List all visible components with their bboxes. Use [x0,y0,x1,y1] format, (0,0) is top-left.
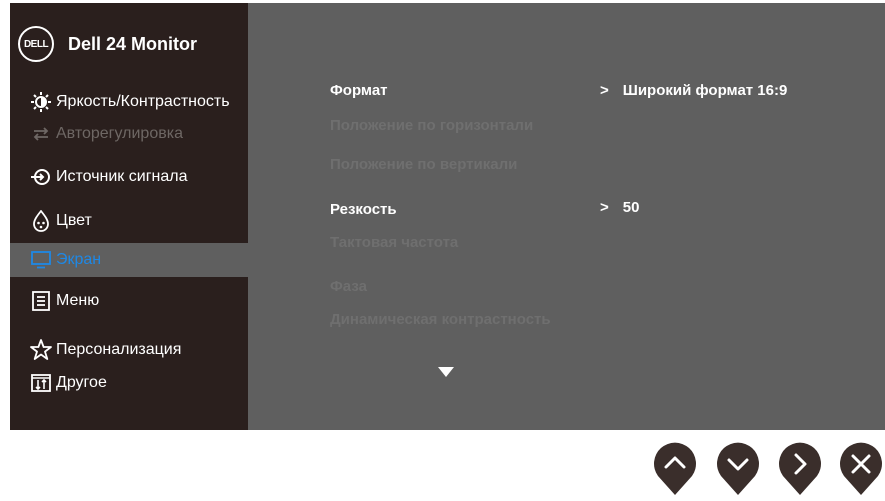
sharpness-value: > 50 [600,199,639,216]
display-icon [30,249,52,271]
setting-sharpness[interactable]: Резкость [330,201,397,218]
sidebar-item-label: Персонализация [56,341,182,358]
aspect-ratio-value-text: Широкий формат 16:9 [622,82,788,99]
sidebar-item-display[interactable]: Экран [10,243,248,277]
setting-aspect-ratio[interactable]: Формат [330,82,388,99]
sidebar-item-label: Цвет [56,212,92,229]
close-button[interactable] [838,440,884,496]
right-button[interactable] [777,440,823,496]
color-icon [30,210,52,232]
input-source-icon [30,166,52,188]
sidebar-item-brightness[interactable]: Яркость/Контрастность [10,85,248,119]
sidebar-item-label: Экран [56,251,102,268]
sidebar: DELL Dell 24 Monitor Яркость/Контрастнос… [10,3,248,430]
sidebar-item-others[interactable]: Другое [10,366,248,400]
chevron-right-icon: > [600,82,609,99]
scroll-down-icon[interactable] [438,367,454,377]
sidebar-item-label: Авторегулировка [56,125,183,142]
sidebar-item-color[interactable]: Цвет [10,204,248,238]
setting-phase: Фаза [330,278,367,295]
chevron-right-icon: > [600,199,609,216]
dell-logo: DELL [18,26,54,62]
star-icon [30,339,52,361]
aspect-ratio-value: > Широкий формат 16:9 [600,82,787,99]
header: DELL Dell 24 Monitor [18,25,197,63]
sidebar-item-label: Яркость/Контрастность [56,93,230,110]
sharpness-value-text: 50 [622,199,640,216]
up-button[interactable] [652,440,698,496]
setting-pixel-clock: Тактовая частота [330,234,459,251]
setting-horizontal-position: Положение по горизонтали [330,117,534,134]
sidebar-item-menu[interactable]: Меню [10,284,248,318]
sidebar-item-label: Источник сигнала [56,168,188,185]
sidebar-item-label: Другое [56,374,107,391]
setting-dynamic-contrast: Динамическая контрастность [330,311,551,328]
sidebar-item-input-source[interactable]: Источник сигнала [10,160,248,194]
brightness-icon [30,91,52,113]
sidebar-item-personalize[interactable]: Персонализация [10,333,248,367]
auto-adjust-icon [30,123,52,145]
menu-icon [30,290,52,312]
sidebar-item-auto-adjust: Авторегулировка [10,117,248,151]
monitor-title: Dell 24 Monitor [68,33,198,54]
down-button[interactable] [715,440,761,496]
setting-vertical-position: Положение по вертикали [330,156,518,173]
osd-window: DELL Dell 24 Monitor Яркость/Контрастнос… [10,3,885,430]
others-icon [30,372,52,394]
sidebar-item-label: Меню [56,292,100,309]
